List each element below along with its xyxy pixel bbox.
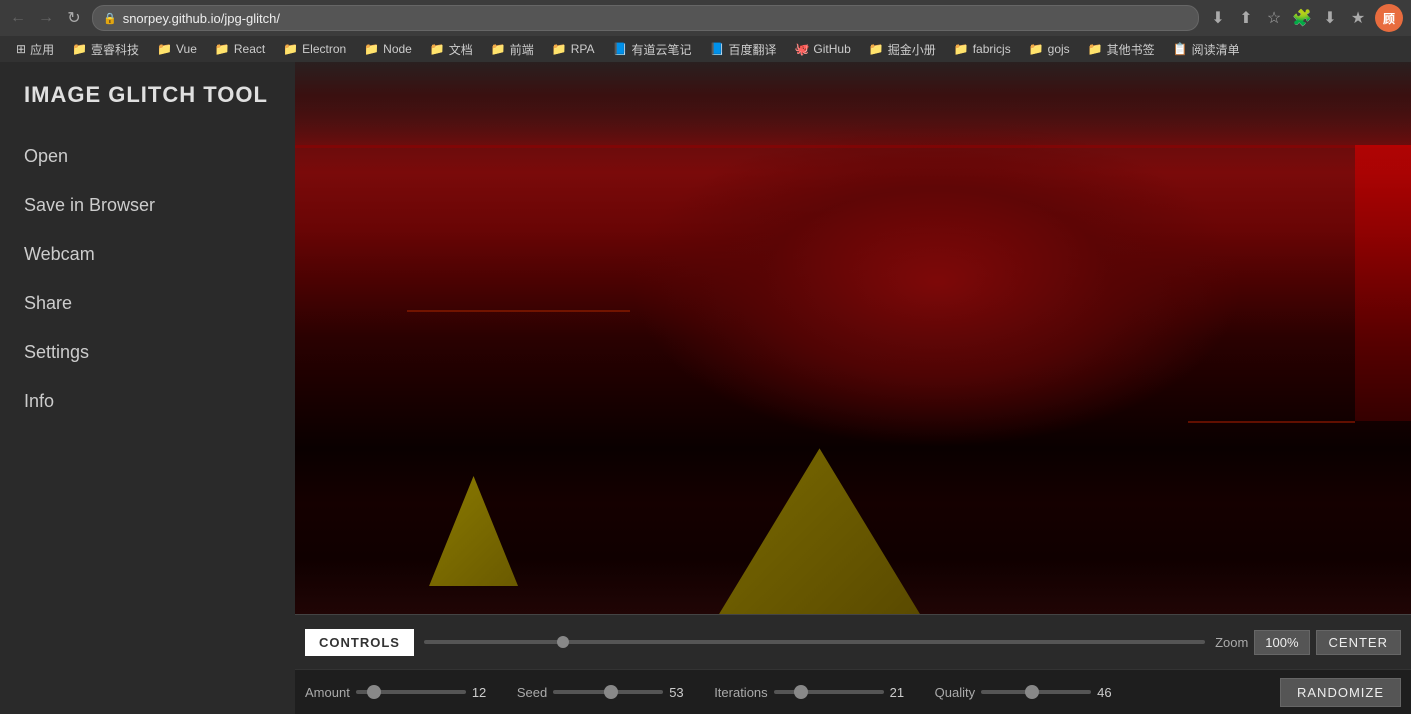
bookmark-other[interactable]: 📁 其他书签	[1080, 39, 1163, 60]
iterations-value: 21	[890, 685, 915, 700]
seed-slider[interactable]	[553, 690, 663, 694]
bookmark-vue[interactable]: 📁 Vue	[149, 40, 205, 58]
nav-item-webcam[interactable]: Webcam	[0, 230, 295, 279]
sidebar: IMAGE GLITCH TOOL Open Save in Browser W…	[0, 62, 295, 714]
zoom-label: Zoom	[1215, 635, 1248, 650]
bookmark-github[interactable]: 🐙 GitHub	[786, 40, 858, 58]
amount-group: Amount 12	[305, 685, 497, 700]
lock-icon: 🔒	[103, 12, 117, 25]
sidebar-nav: Open Save in Browser Webcam Share Settin…	[0, 132, 295, 426]
bookmark-electron[interactable]: 📁 Electron	[275, 40, 354, 58]
bookmark-juejin[interactable]: 📁 掘金小册	[861, 39, 944, 60]
glitch-red-block	[1355, 145, 1411, 421]
bookmark-node[interactable]: 📁 Node	[356, 40, 420, 58]
bookmark-react[interactable]: 📁 React	[207, 40, 273, 58]
amount-label: Amount	[305, 685, 350, 700]
app-area: IMAGE GLITCH TOOL Open Save in Browser W…	[0, 62, 1411, 714]
glitch-canvas	[295, 62, 1411, 614]
folder-icon: 📁	[1029, 42, 1044, 56]
folder-icon: 📁	[869, 42, 884, 56]
extensions-button[interactable]: 🧩	[1291, 7, 1313, 29]
glitch-red-layer	[630, 117, 1244, 448]
center-button[interactable]: CENTER	[1316, 630, 1401, 655]
bookmark-baidu[interactable]: 📘 百度翻译	[702, 39, 785, 60]
bookmark-frontend[interactable]: 📁 前端	[483, 39, 542, 60]
seed-group: Seed 53	[517, 685, 694, 700]
share-button[interactable]: ⬆	[1235, 7, 1257, 29]
horizontal-scrollbar[interactable]	[424, 640, 1205, 644]
iterations-label: Iterations	[714, 685, 767, 700]
bookmark-yirui[interactable]: 📁 壹睿科技	[64, 39, 147, 60]
youdao-icon: 📘	[613, 42, 628, 56]
download-page-button[interactable]: ⬇	[1207, 7, 1229, 29]
folder-icon: 📁	[215, 42, 230, 56]
glitch-bar-2	[407, 310, 630, 312]
bookmark-youdao[interactable]: 📘 有道云笔记	[605, 39, 700, 60]
bookmark-gojs[interactable]: 📁 gojs	[1021, 40, 1078, 58]
nav-item-open[interactable]: Open	[0, 132, 295, 181]
controls-button[interactable]: CONTROLS	[305, 629, 414, 656]
baidu-icon: 📘	[710, 42, 725, 56]
quality-label: Quality	[935, 685, 975, 700]
folder-icon: 📁	[1088, 42, 1103, 56]
folder-icon: 📁	[364, 42, 379, 56]
bookmark-rpa[interactable]: 📁 RPA	[544, 40, 603, 58]
quality-value: 46	[1097, 685, 1122, 700]
readinglist-icon: 📋	[1173, 42, 1188, 56]
amount-slider[interactable]	[356, 690, 466, 694]
amount-value: 12	[472, 685, 497, 700]
browser-chrome: ← → ↻ 🔒 snorpey.github.io/jpg-glitch/ ⬇ …	[0, 0, 1411, 62]
reload-button[interactable]: ↻	[64, 8, 84, 28]
seed-value: 53	[669, 685, 694, 700]
download-button[interactable]: ⬇	[1319, 7, 1341, 29]
nav-item-save-browser[interactable]: Save in Browser	[0, 181, 295, 230]
main-content: CONTROLS Zoom 100% CENTER Amount 12 Seed…	[295, 62, 1411, 714]
bookmark-button[interactable]: ☆	[1263, 7, 1285, 29]
browser-toolbar: ← → ↻ 🔒 snorpey.github.io/jpg-glitch/ ⬇ …	[0, 0, 1411, 36]
controls-bar: CONTROLS Zoom 100% CENTER	[295, 614, 1411, 669]
canvas-area[interactable]	[295, 62, 1411, 614]
folder-icon: 📁	[157, 42, 172, 56]
zoom-value: 100%	[1254, 630, 1309, 655]
bookmark-fabricjs[interactable]: 📁 fabricjs	[946, 40, 1019, 58]
github-icon: 🐙	[794, 42, 809, 56]
back-button[interactable]: ←	[8, 8, 28, 28]
glitch-dark-layer	[295, 62, 1411, 145]
bookmark-docs[interactable]: 📁 文档	[422, 39, 481, 60]
nav-item-settings[interactable]: Settings	[0, 328, 295, 377]
seed-label: Seed	[517, 685, 547, 700]
nav-item-share[interactable]: Share	[0, 279, 295, 328]
url-text: snorpey.github.io/jpg-glitch/	[123, 11, 280, 26]
bookmark-apps[interactable]: ⊞ 应用	[8, 39, 62, 60]
quality-group: Quality 46	[935, 685, 1122, 700]
toolbar-actions: ⬇ ⬆ ☆ 🧩 ⬇ ★ 顾	[1207, 4, 1403, 32]
params-bar: Amount 12 Seed 53 Iterations 21 Quality …	[295, 669, 1411, 714]
glitch-bar-1	[295, 145, 1411, 148]
bookmark-readinglist[interactable]: 📋 阅读清单	[1165, 39, 1248, 60]
folder-icon: 📁	[283, 42, 298, 56]
favorites-button[interactable]: ★	[1347, 7, 1369, 29]
randomize-button[interactable]: RANDOMIZE	[1280, 678, 1401, 707]
bookmarks-bar: ⊞ 应用 📁 壹睿科技 📁 Vue 📁 React 📁 Electron 📁 N…	[0, 36, 1411, 62]
iterations-slider[interactable]	[774, 690, 884, 694]
forward-button[interactable]: →	[36, 8, 56, 28]
glitch-bar-3	[1188, 421, 1355, 423]
address-bar[interactable]: 🔒 snorpey.github.io/jpg-glitch/	[92, 5, 1199, 31]
folder-icon: 📁	[552, 42, 567, 56]
app-title: IMAGE GLITCH TOOL	[0, 82, 295, 132]
folder-icon: 📁	[430, 42, 445, 56]
nav-item-info[interactable]: Info	[0, 377, 295, 426]
iterations-group: Iterations 21	[714, 685, 914, 700]
user-avatar[interactable]: 顾	[1375, 4, 1403, 32]
apps-icon: ⊞	[16, 42, 26, 56]
folder-icon: 📁	[491, 42, 506, 56]
scrollbar-thumb[interactable]	[557, 636, 569, 648]
folder-icon: 📁	[954, 42, 969, 56]
quality-slider[interactable]	[981, 690, 1091, 694]
folder-icon: 📁	[72, 42, 87, 56]
